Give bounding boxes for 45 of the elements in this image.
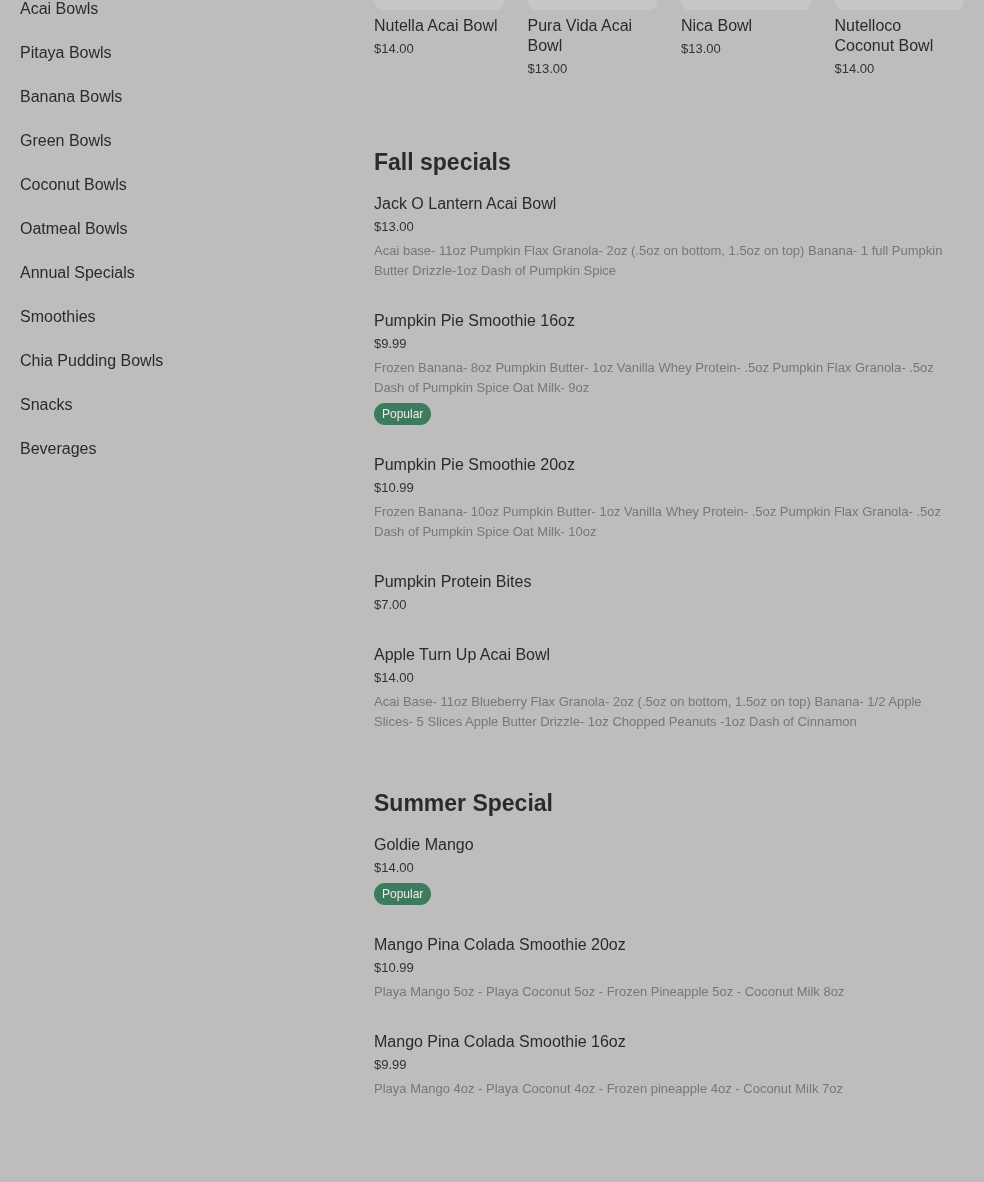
category-link[interactable]: Oatmeal Bowls bbox=[20, 217, 128, 241]
menu-item-name[interactable]: Pumpkin Pie Smoothie 16oz bbox=[374, 309, 575, 333]
section-heading: Fall specials bbox=[374, 148, 511, 177]
category-link[interactable]: Pitaya Bowls bbox=[20, 41, 112, 65]
category-link[interactable]: Banana Bowls bbox=[20, 85, 123, 109]
featured-item-price: $13.00 bbox=[527, 60, 569, 78]
menu-item-price: $7.00 bbox=[374, 596, 407, 614]
featured-item-price: $14.00 bbox=[374, 40, 415, 58]
menu-item-name[interactable]: Pumpkin Pie Smoothie 20oz bbox=[374, 453, 575, 477]
menu-item-name[interactable]: Jack O Lantern Acai Bowl bbox=[374, 192, 557, 216]
popular-badge: Popular bbox=[374, 403, 432, 425]
featured-item-name[interactable]: Pura Vida Acai Bowl bbox=[527, 16, 657, 56]
popular-badge: Popular bbox=[374, 883, 432, 905]
menu-item-name[interactable]: Apple Turn Up Acai Bowl bbox=[374, 643, 551, 667]
category-link[interactable]: Beverages bbox=[20, 437, 97, 461]
category-link[interactable]: Snacks bbox=[20, 393, 73, 417]
featured-item-name[interactable]: Nica Bowl bbox=[681, 16, 811, 36]
menu-item-price: $10.99 bbox=[374, 959, 414, 977]
menu-item-description: Playa Mango 4oz - Playa Coconut 4oz - Frozen pineapple 4oz - Coconut Milk 7oz bbox=[374, 1080, 844, 1098]
menu-item-price: $9.99 bbox=[374, 1056, 407, 1074]
menu-item-name[interactable]: Pumpkin Protein Bites bbox=[374, 570, 532, 594]
category-link[interactable]: Smoothies bbox=[20, 305, 96, 329]
section-heading: Summer Special bbox=[374, 789, 553, 818]
menu-item-price: $13.00 bbox=[374, 218, 414, 236]
menu-item-price: $10.99 bbox=[374, 479, 414, 497]
menu-item-name[interactable]: Mango Pina Colada Smoothie 16oz bbox=[374, 1030, 626, 1054]
featured-item-price: $14.00 bbox=[834, 60, 876, 78]
menu-item-description: Acai Base- 11oz Blueberry Flax Granola- 2oz (.5oz on bottom, 1.5oz on top) Banana- 1/2 Apple Slices- 5 Slices Apple Butter Drizzle- 1oz Chopped Peanuts -1oz Dash of Cinnamon bbox=[374, 693, 923, 731]
category-link[interactable]: Annual Specials bbox=[20, 261, 135, 285]
menu-item-description: Frozen Banana- 10oz Pumpkin Butter- 1oz Vanilla Whey Protein- .5oz Pumpkin Flax Granola- .5oz Dash of Pumpkin Spice Oat Milk- 10oz bbox=[374, 503, 942, 541]
menu-item-price: $14.00 bbox=[374, 669, 414, 687]
category-link[interactable]: Green Bowls bbox=[20, 129, 112, 153]
category-link[interactable]: Chia Pudding Bowls bbox=[20, 349, 164, 373]
category-link[interactable]: Coconut Bowls bbox=[20, 173, 127, 197]
menu-item-price: $14.00 bbox=[374, 859, 414, 877]
menu-item-description: Frozen Banana- 8oz Pumpkin Butter- 1oz Vanilla Whey Protein- .5oz Pumpkin Flax Granola- .5oz Dash of Pumpkin Spice Oat Milk- 9oz bbox=[374, 359, 935, 397]
menu-item-description: Acai base- 11oz Pumpkin Flax Granola- 2oz (.5oz on bottom, 1.5oz on top) Banana- 1 full Pumpkin Butter Drizzle-1oz Dash of Pumpkin Spice bbox=[374, 242, 944, 280]
menu-item-description: Playa Mango 5oz - Playa Coconut 5oz - Frozen Pineapple 5oz - Coconut Milk 8oz bbox=[374, 983, 846, 1001]
menu-item-price: $9.99 bbox=[374, 335, 407, 353]
featured-item-name[interactable]: Nutella Acai Bowl bbox=[374, 16, 504, 36]
category-link[interactable]: Acai Bowls bbox=[20, 0, 99, 21]
featured-item-name[interactable]: Nutelloco Coconut Bowl bbox=[834, 16, 964, 56]
menu-item-name[interactable]: Mango Pina Colada Smoothie 20oz bbox=[374, 933, 626, 957]
menu-item-name[interactable]: Goldie Mango bbox=[374, 833, 474, 857]
featured-item-price: $13.00 bbox=[681, 40, 722, 58]
